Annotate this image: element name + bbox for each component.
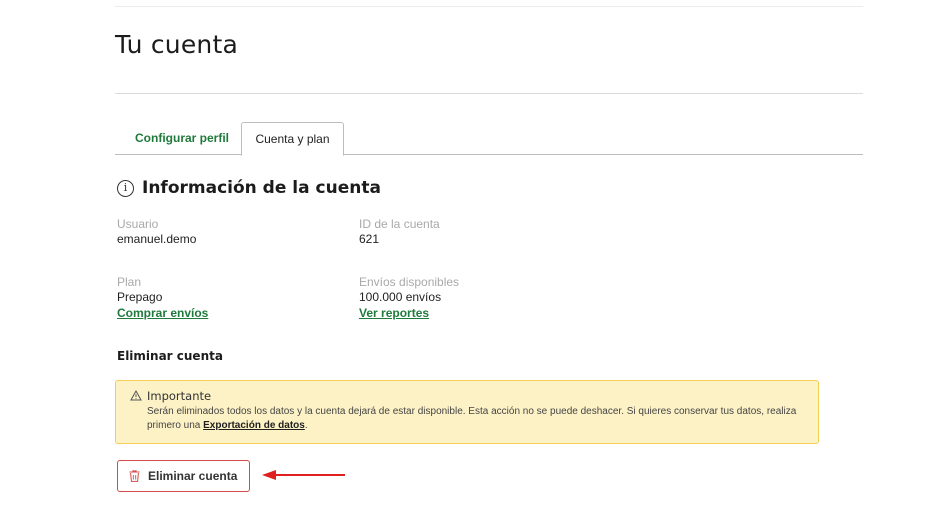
user-field: Usuario emanuel.demo (117, 217, 196, 247)
buy-sends-link[interactable]: Comprar envíos (117, 305, 208, 322)
alert-title: Importante (147, 389, 212, 403)
sends-value: 100.000 envíos (359, 290, 442, 304)
plan-value: Prepago (117, 290, 163, 304)
plan-field: Plan Prepago Comprar envíos (117, 275, 208, 322)
title-divider (115, 93, 863, 94)
warning-icon (130, 389, 142, 404)
user-value: emanuel.demo (117, 232, 197, 246)
account-id-field: ID de la cuenta 621 (359, 217, 440, 247)
important-alert: Importante Serán eliminados todos los da… (115, 380, 819, 444)
sends-field: Envíos disponibles 100.000 envíos Ver re… (359, 275, 459, 322)
account-info-title: Información de la cuenta (142, 178, 381, 198)
alert-message: Serán eliminados todos los datos y la cu… (147, 405, 812, 433)
trash-icon (129, 470, 140, 482)
alert-text-end: . (304, 420, 308, 431)
delete-account-button-label: Eliminar cuenta (148, 469, 238, 483)
tab-bar: Configurar perfil Cuenta y plan (115, 122, 863, 156)
user-label: Usuario (117, 217, 159, 231)
view-reports-link[interactable]: Ver reportes (359, 305, 459, 322)
export-data-link[interactable]: Exportación de datos (203, 420, 305, 431)
delete-account-heading: Eliminar cuenta (117, 349, 223, 363)
sends-label: Envíos disponibles (359, 275, 460, 289)
tab-configurar-perfil[interactable]: Configurar perfil (125, 122, 239, 155)
pointer-arrow-icon (262, 470, 345, 480)
page-title: Tu cuenta (115, 30, 239, 59)
delete-account-button[interactable]: Eliminar cuenta (117, 460, 250, 492)
account-id-value: 621 (359, 232, 380, 246)
tab-cuenta-y-plan[interactable]: Cuenta y plan (241, 122, 344, 156)
account-info-heading: i Información de la cuenta (117, 178, 381, 198)
info-icon: i (117, 179, 134, 197)
top-divider (115, 6, 863, 7)
plan-label: Plan (117, 275, 142, 289)
account-id-label: ID de la cuenta (359, 217, 440, 231)
